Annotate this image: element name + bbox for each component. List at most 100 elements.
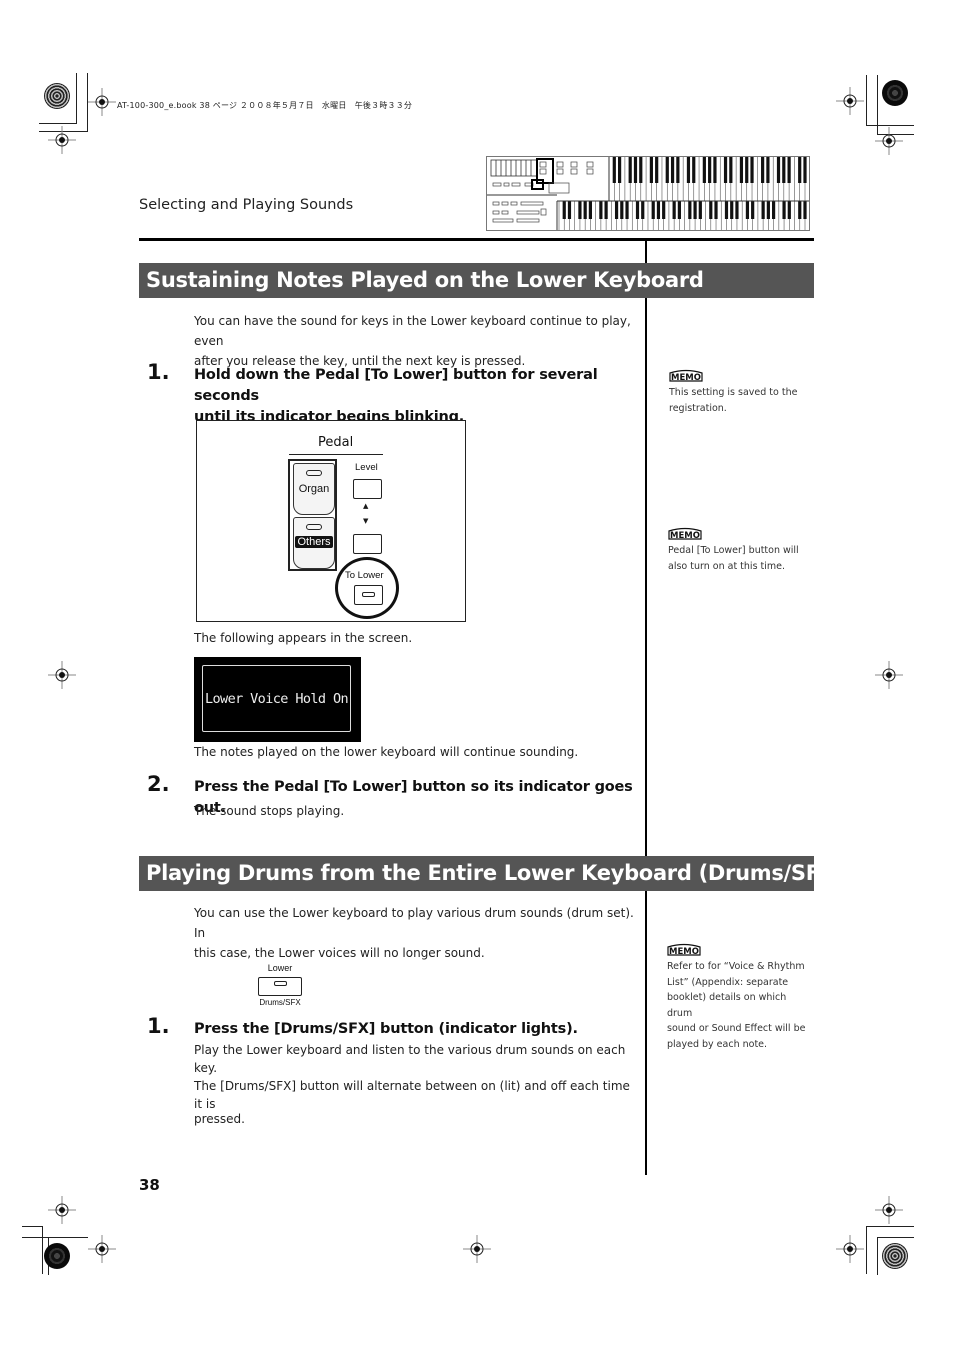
- black-key: [655, 157, 659, 183]
- registration-mark-icon: [88, 88, 116, 116]
- to-lower-label: To Lower: [345, 570, 384, 581]
- black-key: [724, 201, 729, 219]
- color-target-icon: [882, 80, 908, 106]
- registration-mark-icon: [875, 1196, 903, 1224]
- black-key: [803, 201, 807, 219]
- svg-text:MEMO: MEMO: [670, 531, 700, 541]
- black-key: [702, 157, 706, 183]
- black-key: [662, 201, 666, 219]
- svg-text:MEMO: MEMO: [671, 373, 701, 383]
- black-key: [693, 201, 697, 219]
- black-key: [776, 157, 781, 183]
- memo-line: Pedal [To Lower] button will: [668, 545, 799, 556]
- black-key: [708, 157, 712, 183]
- section-intro: You can have the sound for keys in the L…: [194, 311, 634, 371]
- registration-mark-icon: [48, 1196, 76, 1224]
- after-lcd-text: The notes played on the lower keyboard w…: [194, 745, 579, 759]
- black-key: [649, 157, 653, 183]
- memo-line: List” (Appendix: separate: [667, 976, 789, 988]
- drums-sfx-button[interactable]: [258, 977, 302, 996]
- step-number: 1.: [147, 360, 170, 384]
- level-down-button[interactable]: [353, 534, 382, 554]
- organ-panel-illustration: [486, 156, 810, 231]
- others-button[interactable]: Others: [293, 517, 335, 569]
- black-key: [761, 157, 765, 183]
- black-key: [625, 201, 629, 219]
- black-key: [612, 157, 616, 183]
- organ-button[interactable]: Organ: [293, 463, 335, 515]
- drums-sfx-figure: Lower Drums/SFX: [252, 963, 308, 1011]
- step-line: Hold down the Pedal [To Lower] button fo…: [194, 367, 598, 404]
- svg-text:MEMO: MEMO: [669, 947, 699, 957]
- header-rule: [139, 238, 814, 241]
- arrow-down-icon: ▼: [363, 517, 369, 525]
- to-lower-button[interactable]: [354, 585, 383, 605]
- others-label: Others: [295, 536, 333, 548]
- lcd-message: Lower Voice Hold On: [204, 690, 349, 707]
- print-file-info: AT-100-300_e.book 38 ページ ２００８年５月７日 水曜日 午…: [117, 101, 413, 110]
- black-key: [723, 157, 728, 183]
- black-key: [641, 201, 645, 219]
- black-key: [614, 201, 619, 219]
- indicator-icon: [306, 524, 322, 530]
- black-key: [782, 201, 786, 219]
- after-step-text: The sound stops playing.: [194, 804, 345, 818]
- crop-mark: [76, 73, 77, 123]
- intro-line: You can use the Lower keyboard to play v…: [194, 906, 634, 940]
- section-title-drums: Playing Drums from the Entire Lower Keyb…: [139, 856, 845, 891]
- black-key: [688, 201, 692, 219]
- black-key: [751, 201, 755, 219]
- black-key: [729, 157, 733, 183]
- step-number: 2.: [147, 772, 170, 796]
- black-key: [782, 157, 786, 183]
- step-body: Play the Lower keyboard and listen to th…: [194, 1041, 639, 1125]
- black-key: [599, 201, 603, 219]
- divider: [289, 454, 383, 455]
- registration-mark-icon: [463, 1235, 491, 1263]
- black-key: [567, 201, 572, 219]
- color-target-icon: [882, 1243, 908, 1269]
- body-line: pressed.: [194, 1112, 245, 1126]
- crop-mark: [866, 75, 867, 125]
- lower-label: Lower: [267, 963, 293, 973]
- registration-mark-icon: [875, 127, 903, 155]
- lcd-display: Lower Voice Hold On: [194, 657, 361, 742]
- page-number: 38: [139, 1176, 160, 1194]
- black-key: [578, 201, 582, 219]
- black-key: [562, 201, 566, 219]
- memo-line: Refer to for “Voice & Rhythm: [667, 961, 805, 972]
- section-title-sustain: Sustaining Notes Played on the Lower Key…: [139, 263, 814, 298]
- registration-mark-icon: [48, 126, 76, 154]
- arrow-up-icon: ▲: [363, 502, 369, 510]
- memo-line: booklet) details on which drum: [667, 992, 787, 1019]
- black-key: [709, 201, 713, 219]
- registration-mark-icon: [88, 1235, 116, 1263]
- intro-line: You can have the sound for keys in the L…: [194, 314, 631, 348]
- memo-line: This setting is saved to the: [669, 387, 798, 398]
- color-target-icon: [44, 83, 70, 109]
- crop-mark: [42, 1226, 43, 1274]
- indicator-icon: [306, 470, 322, 476]
- memo-icon: MEMO: [669, 369, 703, 383]
- black-key: [745, 201, 750, 219]
- registration-mark-icon: [875, 661, 903, 689]
- black-key: [766, 157, 770, 183]
- black-key: [745, 157, 749, 183]
- running-head: Selecting and Playing Sounds: [139, 197, 354, 213]
- memo-note: MEMO This setting is saved to the regist…: [669, 369, 809, 416]
- step-number: 1.: [147, 1014, 170, 1038]
- organ-label: Organ: [298, 483, 330, 495]
- black-key: [692, 157, 696, 183]
- black-key: [766, 201, 770, 219]
- black-key: [588, 201, 593, 219]
- memo-note: MEMO Refer to for “Voice & Rhythm List” …: [667, 943, 812, 1053]
- black-key: [761, 201, 765, 219]
- drums-sfx-label: Drums/SFX: [259, 998, 301, 1007]
- memo-icon: MEMO: [667, 943, 701, 957]
- crop-mark: [877, 1237, 878, 1275]
- memo-icon: MEMO: [668, 527, 702, 541]
- level-up-button[interactable]: [353, 479, 382, 499]
- lcd-frame: Lower Voice Hold On: [202, 665, 351, 732]
- black-key: [677, 201, 681, 219]
- organ-keyboard-icon: [487, 157, 809, 230]
